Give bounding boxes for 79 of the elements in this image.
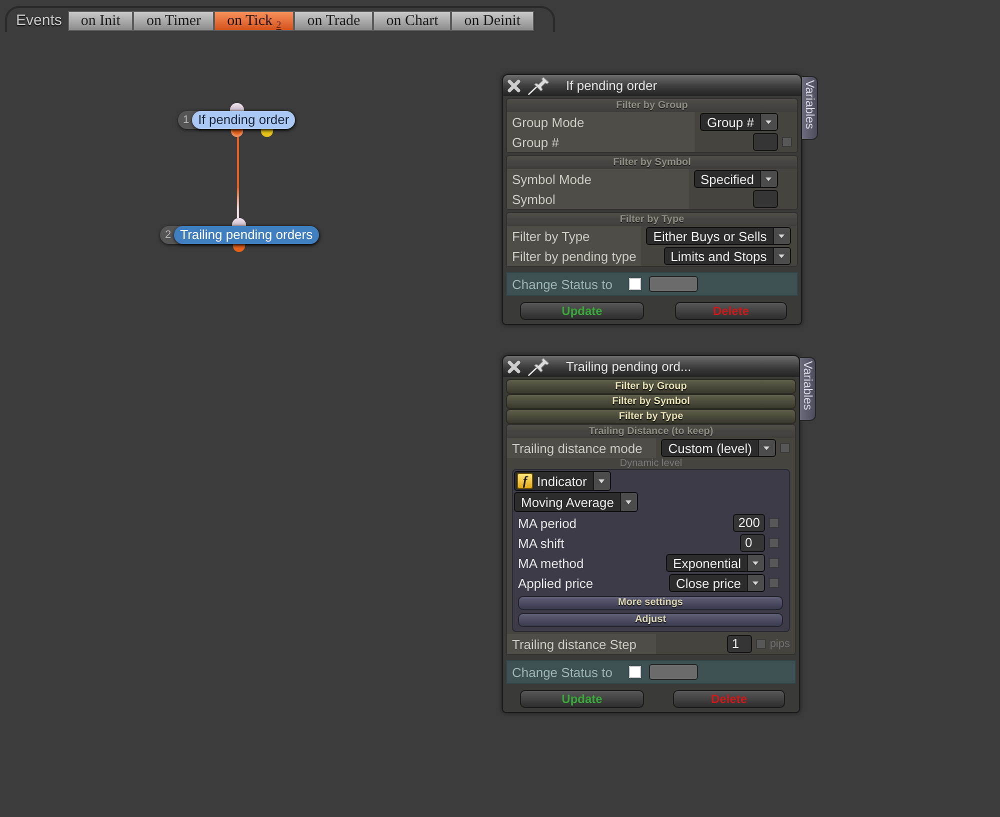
status-label: Change Status to [512, 664, 612, 680]
caret-icon[interactable] [620, 493, 637, 511]
checkbox[interactable] [756, 639, 766, 649]
caret-icon[interactable] [592, 472, 610, 490]
field-label: Filter by pending type [507, 246, 642, 266]
event-tab[interactable]: on Init [68, 11, 134, 31]
checkbox[interactable] [782, 137, 792, 147]
dropdown[interactable]: Group # [700, 113, 778, 131]
status-label: Change Status to [512, 276, 612, 292]
input-field[interactable]: 200 [733, 514, 765, 532]
event-tab[interactable]: on Tick $_{2}$ [214, 11, 294, 31]
caret-icon[interactable] [747, 575, 764, 591]
event-tab[interactable]: on Chart [373, 11, 452, 31]
section-header[interactable]: Filter by Group [506, 379, 796, 394]
flow-node[interactable]: 1 If pending order [178, 111, 296, 129]
node-number: 2 [164, 228, 172, 243]
checkbox[interactable] [769, 558, 779, 568]
panel-title: Trailing pending ord... [566, 359, 692, 374]
flow-node[interactable]: 2 Trailing pending orders [160, 226, 319, 244]
input-field[interactable] [753, 133, 778, 151]
dropdown[interactable]: Close price [668, 574, 765, 592]
field-label: Group # [507, 132, 696, 152]
field-label: Applied price [517, 574, 594, 593]
close-icon[interactable] [507, 360, 521, 374]
field-label: Symbol [507, 189, 689, 209]
input-field[interactable]: 0 [740, 534, 765, 552]
function-icon: f [517, 473, 533, 489]
field-label: Filter by Type [507, 226, 642, 246]
node-label: Trailing pending orders [174, 226, 319, 244]
variables-tab[interactable]: Variables [800, 357, 816, 421]
output-port-icon[interactable] [260, 129, 273, 137]
pin-icon[interactable] [528, 76, 550, 94]
dropdown[interactable]: Specified [694, 170, 778, 188]
dropdown[interactable]: Either Buys or Sells [646, 227, 791, 245]
node-number: 1 [182, 113, 190, 128]
panel-title: If pending order [566, 78, 658, 93]
caret-icon[interactable] [772, 228, 790, 244]
field-label: MA shift [517, 534, 566, 552]
event-tab[interactable]: on Deinit [451, 11, 534, 31]
variables-tab[interactable]: Variables [802, 76, 818, 140]
dropdown[interactable]: f Indicator [514, 471, 611, 491]
checkbox[interactable] [769, 518, 779, 528]
checkbox[interactable] [769, 538, 779, 548]
field-label: Group Mode [507, 112, 696, 132]
caret-icon[interactable] [772, 248, 790, 264]
caret-icon[interactable] [747, 555, 764, 571]
input-field[interactable]: 1 [726, 635, 752, 653]
input-port-icon[interactable] [230, 103, 244, 111]
field-label: Trailing distance Step [507, 634, 656, 654]
output-port-icon[interactable] [230, 129, 243, 137]
dropdown[interactable]: Custom (level) [661, 439, 776, 457]
section-header[interactable]: Filter by Symbol [506, 394, 796, 409]
input-field[interactable] [649, 276, 698, 292]
node-label: If pending order [192, 111, 296, 129]
pin-icon[interactable] [528, 358, 550, 376]
caption-label: Dynamic level [618, 458, 684, 469]
events-label: Events [16, 11, 62, 30]
field-label: MA method [517, 554, 585, 572]
field-label: MA period [517, 514, 578, 533]
caret-icon[interactable] [760, 114, 777, 130]
output-port-icon[interactable] [233, 244, 246, 252]
checkbox[interactable] [780, 443, 790, 453]
caret-icon[interactable] [760, 171, 777, 187]
dropdown[interactable]: Limits and Stops [664, 247, 791, 265]
settings-bar-button[interactable]: More settings [518, 596, 783, 610]
dropdown[interactable]: Moving Average [514, 492, 638, 512]
dropdown[interactable]: Exponential [666, 554, 765, 572]
caret-icon[interactable] [758, 440, 775, 456]
section-header[interactable]: Filter by Type [506, 409, 796, 424]
checkbox[interactable] [769, 578, 779, 588]
field-label: Symbol Mode [507, 169, 689, 189]
input-field[interactable] [649, 664, 698, 680]
event-tab[interactable]: on Timer [133, 11, 214, 31]
input-field[interactable] [753, 190, 778, 208]
settings-bar-button[interactable]: Adjust [518, 613, 783, 627]
input-port-icon[interactable] [232, 218, 246, 226]
close-icon[interactable] [507, 78, 521, 92]
field-label: Trailing distance mode [507, 438, 656, 458]
event-tab[interactable]: on Trade [294, 11, 374, 31]
